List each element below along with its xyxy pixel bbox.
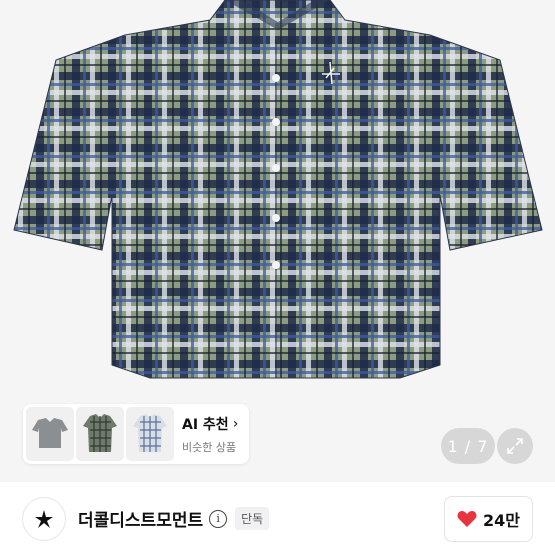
chevron-right-icon: › xyxy=(232,415,239,432)
similar-item-thumb-3[interactable] xyxy=(126,407,174,461)
like-count: 24만 xyxy=(483,511,520,530)
brand-row: 더콜디스트모먼트 i 단독 24만 xyxy=(0,482,555,555)
like-button[interactable]: 24만 xyxy=(444,496,533,542)
product-image-area[interactable]: AI 추천 › 비슷한 상품 1 / 7 xyxy=(0,0,555,482)
ai-recommend-subtitle: 비슷한 상품 xyxy=(182,440,237,454)
exclusive-badge: 단독 xyxy=(235,507,270,530)
info-icon[interactable]: i xyxy=(209,509,228,528)
brand-logo[interactable] xyxy=(22,496,66,541)
similar-item-thumb-1[interactable] xyxy=(26,407,74,461)
heart-icon xyxy=(457,511,477,527)
brand-name[interactable]: 더콜디스트모먼트 xyxy=(78,506,203,531)
similar-item-thumb-2[interactable] xyxy=(76,407,124,461)
ai-recommend-text: AI 추천 › 비슷한 상품 xyxy=(182,414,238,455)
ai-recommend-title: AI 추천 xyxy=(182,416,229,433)
star-logo-icon xyxy=(35,509,53,528)
image-counter: 1 / 7 xyxy=(441,428,495,464)
expand-button[interactable] xyxy=(497,428,533,464)
ai-recommend-card[interactable]: AI 추천 › 비슷한 상품 xyxy=(23,404,249,464)
expand-icon xyxy=(507,438,523,454)
